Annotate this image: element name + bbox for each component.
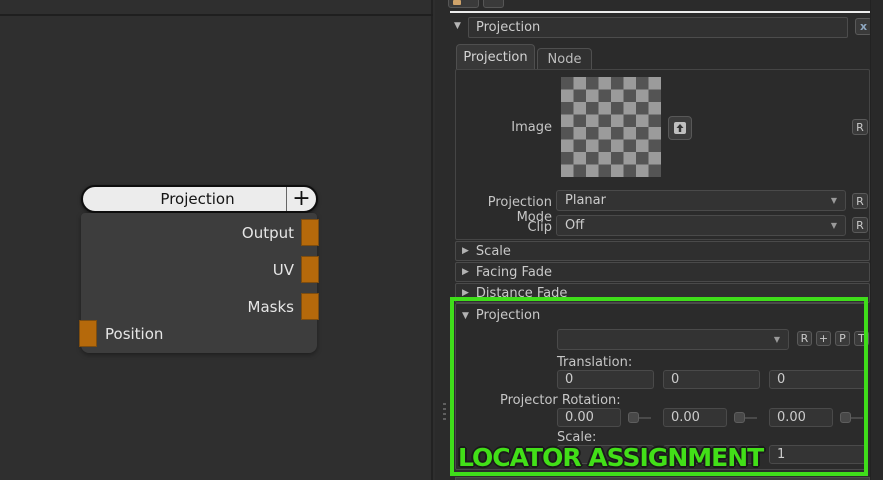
node-editor-canvas[interactable]: Projection + Output UV Masks Po (0, 0, 433, 480)
projection-node[interactable]: Projection + Output UV Masks Po (79, 184, 319, 354)
dropdown-arrow-icon: ▼ (831, 196, 837, 205)
slider-track (851, 417, 863, 419)
image-thumbnail[interactable] (561, 77, 661, 177)
splitter-grip-icon[interactable] (443, 403, 446, 423)
slider-track (639, 417, 651, 419)
locator-dropdown[interactable]: ▼ (557, 329, 789, 350)
clip-reset-button[interactable]: R (852, 217, 868, 233)
uv-socket-label: UV (273, 261, 294, 279)
clip-dropdown[interactable]: Off ▼ (556, 215, 846, 236)
port-masks[interactable] (301, 293, 319, 320)
projection-node-header[interactable]: Projection + (81, 185, 318, 213)
node-body[interactable]: Output UV Masks Position (81, 213, 317, 353)
projector-rotation-label: Projector Rotation: (500, 393, 621, 408)
rotation-y-field[interactable]: 0.00 (663, 408, 727, 427)
properties-panel: ▼ Projection x Projection Node Image R P… (450, 0, 870, 480)
panel-title: Projection (468, 17, 848, 38)
collapse-closed-icon: ▶ (462, 246, 469, 256)
node-title: Projection (83, 190, 286, 208)
rotation-z-field[interactable]: 0.00 (769, 408, 833, 427)
header-collapse-icon[interactable]: ▼ (454, 21, 461, 31)
slider-track (745, 417, 757, 419)
section-distance-fade-label: Distance Fade (476, 286, 567, 301)
scale-z-field[interactable]: 1 (769, 445, 866, 464)
panel-splitter[interactable] (435, 0, 450, 480)
output-socket-label: Output (242, 224, 294, 242)
position-socket-label: Position (105, 325, 163, 343)
rotation-x-slider[interactable] (628, 412, 651, 423)
slider-handle-icon[interactable] (840, 412, 851, 423)
image-label: Image (458, 120, 552, 135)
slider-handle-icon[interactable] (734, 412, 745, 423)
clip-label: Clip (458, 220, 552, 235)
rotation-z-slider[interactable] (840, 412, 863, 423)
image-load-button[interactable] (668, 116, 692, 140)
panel-right-gutter (870, 0, 883, 480)
collapse-open-icon: ▼ (462, 311, 469, 321)
section-facing-fade[interactable]: ▶ Facing Fade (455, 262, 870, 282)
port-output[interactable] (301, 219, 319, 246)
port-position[interactable] (79, 320, 97, 347)
toolbar-button-1[interactable] (448, 0, 479, 8)
tab-projection[interactable]: Projection (456, 44, 535, 69)
swatch-icon (453, 0, 461, 5)
projection-mode-value: Planar (565, 193, 606, 208)
toolbar-button-2[interactable] (483, 0, 504, 8)
clip-value: Off (565, 218, 584, 233)
collapse-closed-icon: ▶ (462, 267, 469, 277)
dropdown-arrow-icon: ▼ (774, 335, 780, 344)
rotation-x-field[interactable]: 0.00 (557, 408, 621, 427)
translation-x-field[interactable]: 0 (557, 370, 654, 389)
tab-node[interactable]: Node (537, 48, 592, 69)
app-window: Projection + Output UV Masks Po (0, 0, 883, 480)
rotation-y-slider[interactable] (734, 412, 757, 423)
section-facing-fade-label: Facing Fade (476, 265, 552, 280)
upload-file-icon (673, 121, 687, 135)
section-projection-label: Projection (476, 308, 540, 323)
masks-socket-label: Masks (248, 298, 294, 316)
dropdown-arrow-icon: ▼ (831, 221, 837, 230)
locator-add-button[interactable]: + (816, 331, 831, 346)
translation-y-field[interactable]: 0 (663, 370, 760, 389)
projection-mode-dropdown[interactable]: Planar ▼ (556, 190, 846, 211)
port-uv[interactable] (301, 256, 319, 283)
collapse-closed-icon: ▶ (462, 288, 469, 298)
section-scale-label: Scale (476, 244, 511, 259)
canvas-top-divider (0, 14, 433, 16)
panel-top-divider (450, 11, 870, 13)
section-projection-header[interactable]: ▼ Projection (462, 308, 540, 323)
translation-z-field[interactable]: 0 (769, 370, 866, 389)
image-reset-button[interactable]: R (852, 119, 868, 135)
locator-reset-button[interactable]: R (797, 331, 812, 346)
annotation-text: LOCATOR ASSIGNMENT (458, 443, 763, 472)
section-distance-fade[interactable]: ▶ Distance Fade (455, 283, 870, 303)
translation-label: Translation: (557, 355, 632, 370)
section-scale[interactable]: ▶ Scale (455, 241, 870, 261)
projection-mode-reset-button[interactable]: R (852, 193, 868, 209)
slider-handle-icon[interactable] (628, 412, 639, 423)
locator-target-button[interactable]: T (854, 331, 869, 346)
node-add-button[interactable]: + (286, 187, 316, 211)
locator-pick-button[interactable]: P (835, 331, 850, 346)
